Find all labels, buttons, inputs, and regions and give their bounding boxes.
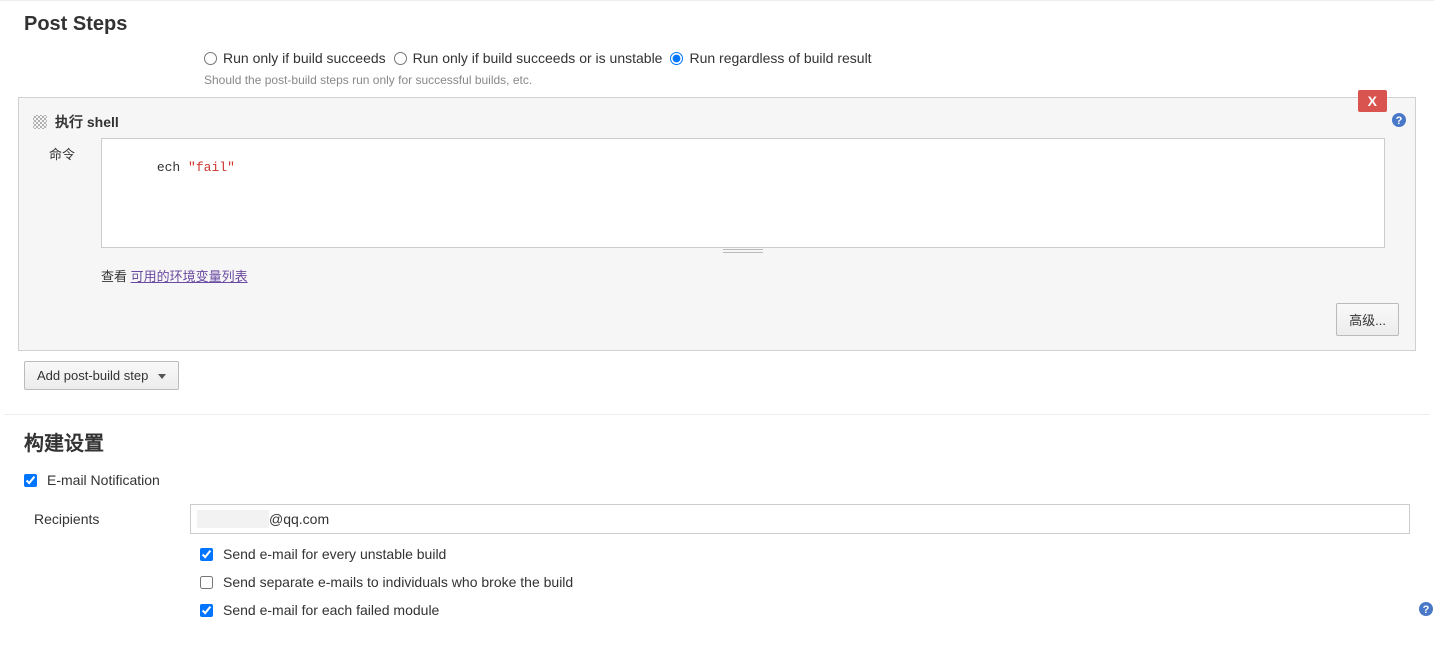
shell-step-title: 执行 shell bbox=[55, 112, 119, 132]
email-broke-label: Send separate e-mails to individuals who… bbox=[223, 574, 573, 590]
shell-step-header[interactable]: 执行 shell bbox=[29, 106, 1405, 138]
build-settings-title: 构建设置 bbox=[0, 415, 1434, 466]
radio-regardless-label: Run regardless of build result bbox=[689, 50, 871, 66]
email-failed-module-checkbox[interactable] bbox=[200, 604, 213, 617]
email-unstable-label: Send e-mail for every unstable build bbox=[223, 546, 446, 562]
svg-text:?: ? bbox=[1396, 115, 1403, 127]
chevron-down-icon bbox=[158, 374, 166, 379]
email-broke-row[interactable]: Send separate e-mails to individuals who… bbox=[24, 568, 1410, 596]
advanced-button[interactable]: 高级... bbox=[1336, 303, 1399, 336]
email-unstable-checkbox[interactable] bbox=[200, 548, 213, 561]
add-post-build-step-label: Add post-build step bbox=[37, 368, 148, 383]
command-label: 命令 bbox=[49, 138, 101, 248]
svg-text:?: ? bbox=[1423, 604, 1430, 616]
env-vars-link[interactable]: 可用的环境变量列表 bbox=[131, 269, 248, 284]
add-post-build-step-button[interactable]: Add post-build step bbox=[24, 361, 179, 390]
radio-succeeds[interactable]: Run only if build succeeds bbox=[204, 50, 386, 66]
email-failed-module-row[interactable]: Send e-mail for each failed module bbox=[24, 596, 1410, 624]
recipients-tail: @qq.com bbox=[269, 511, 329, 527]
redacted-text bbox=[197, 510, 269, 528]
radio-succeeds-input[interactable] bbox=[204, 52, 217, 65]
remove-step-button[interactable]: X bbox=[1358, 90, 1387, 112]
command-textarea[interactable]: ech "fail" bbox=[101, 138, 1385, 248]
recipients-label: Recipients bbox=[34, 511, 190, 527]
email-notification-checkbox[interactable] bbox=[24, 474, 37, 487]
shell-step-block: X ? 执行 shell 命令 ech "fail" 查看 可用的环境变量列表 … bbox=[18, 97, 1416, 351]
email-notification-toggle[interactable]: E-mail Notification bbox=[24, 466, 1410, 494]
post-steps-title: Post Steps bbox=[0, 1, 1434, 46]
recipients-input[interactable]: @qq.com bbox=[190, 504, 1410, 534]
email-broke-checkbox[interactable] bbox=[200, 576, 213, 589]
email-notification-label: E-mail Notification bbox=[47, 472, 160, 488]
radio-succeeds-label: Run only if build succeeds bbox=[223, 50, 386, 66]
radio-succeeds-unstable-label: Run only if build succeeds or is unstabl… bbox=[413, 50, 663, 66]
post-steps-help-text: Should the post-build steps run only for… bbox=[0, 70, 1434, 97]
env-link-prefix: 查看 bbox=[101, 269, 131, 284]
email-unstable-row[interactable]: Send e-mail for every unstable build bbox=[24, 540, 1410, 568]
email-failed-module-label: Send e-mail for each failed module bbox=[223, 602, 439, 618]
radio-succeeds-unstable-input[interactable] bbox=[394, 52, 407, 65]
post-steps-run-condition: Run only if build succeeds Run only if b… bbox=[0, 46, 1434, 70]
env-link-row: 查看 可用的环境变量列表 bbox=[29, 254, 1405, 285]
radio-succeeds-unstable[interactable]: Run only if build succeeds or is unstabl… bbox=[394, 50, 663, 66]
radio-regardless[interactable]: Run regardless of build result bbox=[670, 50, 871, 66]
help-icon[interactable]: ? bbox=[1391, 112, 1407, 128]
help-icon[interactable]: ? bbox=[1418, 601, 1434, 620]
drag-handle-icon[interactable] bbox=[33, 115, 47, 129]
radio-regardless-input[interactable] bbox=[670, 52, 683, 65]
